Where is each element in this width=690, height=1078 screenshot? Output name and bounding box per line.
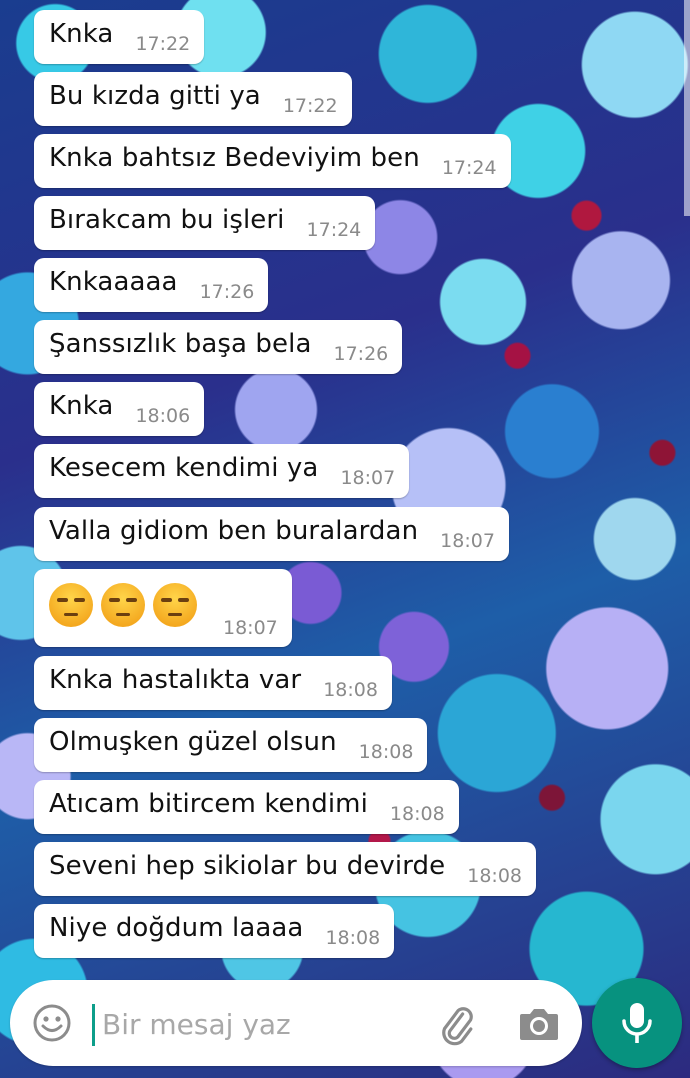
message-text: Seveni hep sikiolar bu devirde bbox=[49, 851, 446, 881]
message-time: 18:06 bbox=[135, 405, 191, 427]
message-text: Niye doğdum laaaa bbox=[49, 913, 304, 943]
message-text: Şanssızlık başa bela bbox=[49, 329, 312, 359]
message-list[interactable]: Knka 17:22 Bu kızda gitti ya 17:22 Knka … bbox=[0, 0, 690, 982]
attach-icon[interactable] bbox=[434, 1002, 478, 1046]
message-bubble[interactable]: Bu kızda gitti ya 17:22 bbox=[34, 72, 352, 126]
message-bubble[interactable]: Atıcam bitircem kendimi 18:08 bbox=[34, 780, 459, 834]
message-time: 18:08 bbox=[389, 803, 445, 825]
emoji-row bbox=[49, 583, 197, 627]
message-time: 18:07 bbox=[223, 617, 278, 639]
message-text: Knka bbox=[49, 391, 114, 421]
message-time: 18:08 bbox=[467, 865, 523, 887]
message-time: 17:22 bbox=[135, 33, 191, 55]
message-text: Valla gidiom ben buralardan bbox=[49, 516, 419, 546]
message-time: 18:07 bbox=[440, 530, 495, 552]
emoji-message-bubble[interactable]: 18:07 bbox=[34, 569, 292, 647]
message-bubble[interactable]: Knka 18:06 bbox=[34, 382, 205, 436]
message-bubble[interactable]: Knka 17:22 bbox=[34, 10, 205, 64]
message-bubble[interactable]: Olmuşken güzel olsun 18:08 bbox=[34, 718, 428, 772]
mic-icon bbox=[622, 1003, 652, 1043]
message-time: 17:24 bbox=[306, 219, 362, 241]
message-bubble[interactable]: Şanssızlık başa bela 17:26 bbox=[34, 320, 403, 374]
message-text: Kesecem kendimi ya bbox=[49, 453, 319, 483]
unamused-face-icon bbox=[49, 583, 93, 627]
message-time: 17:26 bbox=[333, 343, 389, 365]
message-text: Bırakcam bu işleri bbox=[49, 205, 285, 235]
message-time: 18:08 bbox=[325, 927, 381, 949]
message-text: Knka bahtsız Bedeviyim ben bbox=[49, 143, 420, 173]
text-cursor bbox=[92, 1004, 95, 1046]
message-text: Atıcam bitircem kendimi bbox=[49, 789, 368, 819]
message-bubble[interactable]: Knka hastalıkta var 18:08 bbox=[34, 656, 392, 710]
message-input[interactable] bbox=[96, 998, 402, 1050]
message-time: 18:08 bbox=[323, 679, 378, 701]
smiley-icon[interactable] bbox=[32, 1003, 72, 1043]
message-text: Bu kızda gitti ya bbox=[49, 81, 261, 111]
message-text: Olmuşken güzel olsun bbox=[49, 727, 337, 757]
message-bubble[interactable]: Knka bahtsız Bedeviyim ben 17:24 bbox=[34, 134, 511, 188]
voice-record-button[interactable] bbox=[592, 978, 682, 1068]
message-bubble[interactable]: Seveni hep sikiolar bu devirde 18:08 bbox=[34, 842, 537, 896]
message-bubble[interactable]: Valla gidiom ben buralardan 18:07 bbox=[34, 507, 509, 561]
unamused-face-icon bbox=[101, 583, 145, 627]
message-bubble[interactable]: Kesecem kendimi ya 18:07 bbox=[34, 444, 410, 498]
message-bubble[interactable]: Knkaaaaa 17:26 bbox=[34, 258, 269, 312]
message-bubble[interactable]: Bırakcam bu işleri 17:24 bbox=[34, 196, 376, 250]
message-time: 17:24 bbox=[441, 157, 497, 179]
message-text: Knka hastalıkta var bbox=[49, 665, 302, 695]
message-text: Knka bbox=[49, 19, 114, 49]
message-bubble[interactable]: Niye doğdum laaaa 18:08 bbox=[34, 904, 395, 958]
message-composer[interactable] bbox=[10, 980, 582, 1066]
message-time: 17:26 bbox=[199, 281, 255, 303]
message-time: 18:08 bbox=[358, 741, 414, 763]
unamused-face-icon bbox=[153, 583, 197, 627]
message-text: Knkaaaaa bbox=[49, 267, 178, 297]
message-time: 17:22 bbox=[282, 95, 338, 117]
message-time: 18:07 bbox=[340, 467, 396, 489]
camera-icon[interactable] bbox=[518, 1004, 560, 1044]
